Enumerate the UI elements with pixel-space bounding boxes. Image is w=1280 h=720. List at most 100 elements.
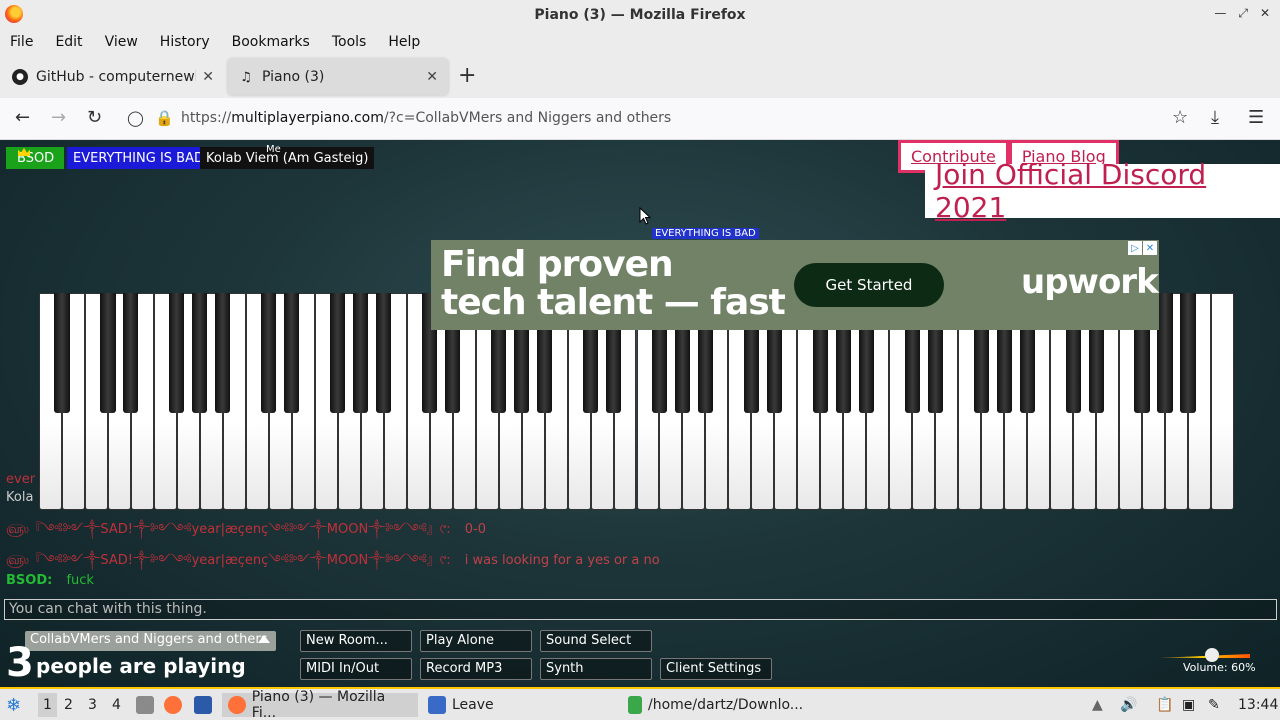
discord-banner[interactable]: Join Official Discord 2021 xyxy=(925,158,1280,224)
black-key[interactable] xyxy=(123,293,139,413)
workspace-2[interactable]: 2 xyxy=(64,693,73,717)
title-bar: Piano (3) — Mozilla Firefox — ⤢ ✕ xyxy=(0,0,1280,29)
room-selector[interactable]: CollabVMers and Niggers and others xyxy=(25,631,276,651)
chat-text: 0-0 xyxy=(464,522,486,537)
taskbar: ❄ 1 2 3 4 Piano (3) — Mozilla Fi... Leav… xyxy=(0,687,1280,720)
menu-bookmarks[interactable]: Bookmarks xyxy=(232,34,310,50)
user-name: EVERYTHING IS BAD xyxy=(73,150,204,166)
taskbar-app-files[interactable]: /home/dartz/Downlo... xyxy=(622,693,809,717)
volume-knob[interactable] xyxy=(1205,648,1219,662)
black-key[interactable] xyxy=(261,293,277,413)
record-mp3-button[interactable]: Record MP3 xyxy=(420,658,532,680)
piano-icon: ♫ xyxy=(240,69,252,85)
user-badge-bsod[interactable]: BSOD xyxy=(6,147,64,169)
ad-info-icon[interactable]: ▷ xyxy=(1128,241,1142,255)
ad-close-icon[interactable]: ✕ xyxy=(1143,241,1157,255)
upwork-ad[interactable]: Find proven tech talent — fast Get Start… xyxy=(431,240,1159,330)
menu-help[interactable]: Help xyxy=(388,34,420,50)
url-path: /?c=CollabVMers and Niggers and others xyxy=(383,110,672,126)
chat-message: Kola xyxy=(6,490,33,505)
tray-arrow-icon[interactable]: ▲ xyxy=(1092,693,1103,717)
start-menu-icon[interactable]: ❄ xyxy=(6,693,21,717)
lock-icon[interactable]: 🔒 xyxy=(155,109,174,127)
tab-label: GitHub - computernewb/ xyxy=(36,69,196,85)
close-tab-icon[interactable]: ✕ xyxy=(426,69,438,85)
volume-icon[interactable]: 🔊 xyxy=(1120,693,1137,717)
chat-message: BSOD: fuck xyxy=(6,573,94,588)
nav-bar: ← → ↻ ◯ 🔒 https://multiplayerpiano.com/?… xyxy=(0,98,1280,140)
taskbar-app-firefox[interactable]: Piano (3) — Mozilla Fi... xyxy=(222,689,418,720)
new-room-button[interactable]: New Room... xyxy=(300,630,412,652)
new-tab-button[interactable]: + xyxy=(458,63,476,88)
minimize-button[interactable]: — xyxy=(1214,6,1226,21)
upwork-logo: upwork xyxy=(1021,262,1159,302)
forward-icon[interactable]: → xyxy=(51,107,66,128)
back-icon[interactable]: ← xyxy=(15,107,30,128)
players-number: 3 xyxy=(6,640,34,686)
midi-button[interactable]: MIDI In/Out xyxy=(300,658,412,680)
black-key[interactable] xyxy=(54,293,70,413)
shield-icon[interactable]: ◯ xyxy=(127,109,144,127)
ad-get-started-button[interactable]: Get Started xyxy=(794,263,944,307)
black-key[interactable] xyxy=(215,293,231,413)
notes-icon[interactable]: ✎ xyxy=(1208,693,1220,717)
synth-button[interactable]: Synth xyxy=(540,658,652,680)
menu-file[interactable]: File xyxy=(10,34,33,50)
menu-bar: File Edit View History Bookmarks Tools H… xyxy=(0,29,1280,55)
crown-icon xyxy=(18,148,30,156)
black-key[interactable] xyxy=(192,293,208,413)
window-icon xyxy=(428,696,446,714)
black-key[interactable] xyxy=(100,293,116,413)
reload-icon[interactable]: ↻ xyxy=(87,107,102,128)
mouse-cursor-icon xyxy=(639,207,651,225)
url-bar[interactable]: https://multiplayerpiano.com/?c=CollabVM… xyxy=(181,110,671,126)
black-key[interactable] xyxy=(169,293,185,413)
discord-link[interactable]: Join Official Discord 2021 xyxy=(935,158,1280,224)
arrow-up-icon xyxy=(258,635,270,643)
sound-select-button[interactable]: Sound Select xyxy=(540,630,652,652)
hamburger-menu-icon[interactable]: ☰ xyxy=(1248,107,1264,128)
user-badge-kolab[interactable]: Kolab Viem (Am Gasteig) xyxy=(200,147,375,169)
tab-piano[interactable]: ♫ Piano (3) ✕ xyxy=(228,59,448,95)
volume-label: Volume: 60% xyxy=(1183,661,1256,674)
black-key[interactable] xyxy=(1180,293,1196,413)
workspace-3[interactable]: 3 xyxy=(88,693,97,717)
menu-history[interactable]: History xyxy=(160,34,210,50)
url-prefix: https:// xyxy=(181,110,232,126)
chat-input[interactable]: You can chat with this thing. xyxy=(4,599,1277,620)
white-key[interactable] xyxy=(1211,293,1234,510)
players-count: 3 people are playing xyxy=(6,640,246,686)
ad-headline-1: Find proven xyxy=(441,244,674,285)
menu-tools[interactable]: Tools xyxy=(332,34,367,50)
tab-github[interactable]: ● GitHub - computernewb/ ✕ xyxy=(2,59,224,95)
menu-view[interactable]: View xyxy=(105,34,138,50)
chat-text: fuck xyxy=(66,573,94,588)
clock: 13:44 xyxy=(1238,697,1279,713)
black-key[interactable] xyxy=(1157,293,1173,413)
terminal-icon[interactable] xyxy=(194,693,218,717)
play-alone-button[interactable]: Play Alone xyxy=(420,630,532,652)
workspace-1[interactable]: 1 xyxy=(38,693,57,717)
bookmark-star-icon[interactable]: ☆ xyxy=(1172,107,1188,128)
black-key[interactable] xyxy=(376,293,392,413)
firefox-launcher-icon[interactable] xyxy=(164,693,188,717)
display-icon[interactable]: ▣ xyxy=(1182,693,1195,717)
firefox-icon xyxy=(5,5,23,23)
clipboard-icon[interactable]: 📋 xyxy=(1156,693,1173,717)
files-icon[interactable] xyxy=(136,693,160,717)
user-badge-everything[interactable]: EVERYTHING IS BAD xyxy=(67,147,210,169)
close-window-button[interactable]: ✕ xyxy=(1260,6,1270,21)
close-tab-icon[interactable]: ✕ xyxy=(202,69,214,85)
client-settings-button[interactable]: Client Settings xyxy=(660,658,772,680)
maximize-button[interactable]: ⤢ xyxy=(1238,6,1248,21)
cursor-label: EVERYTHING IS BAD xyxy=(652,228,759,239)
black-key[interactable] xyxy=(330,293,346,413)
volume-slider[interactable] xyxy=(1155,648,1250,662)
chat-name: ௵『༺༻༒SAD!༒༻༺year|æçenç༺༻༒MOON༒༻༺』୯: xyxy=(6,522,451,537)
black-key[interactable] xyxy=(284,293,300,413)
taskbar-app-leave[interactable]: Leave xyxy=(422,693,500,717)
black-key[interactable] xyxy=(353,293,369,413)
workspace-4[interactable]: 4 xyxy=(112,693,121,717)
download-icon[interactable]: ⤓ xyxy=(1211,107,1219,128)
menu-edit[interactable]: Edit xyxy=(55,34,82,50)
